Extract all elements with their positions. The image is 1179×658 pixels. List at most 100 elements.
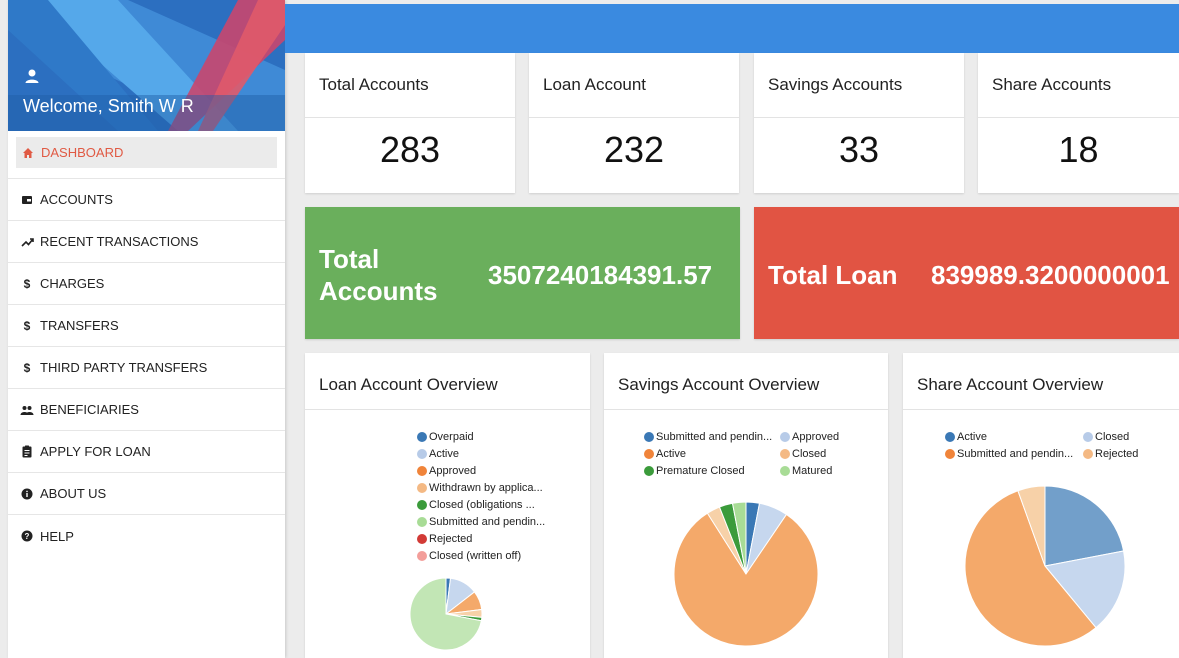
legend-item[interactable]: Matured (780, 462, 839, 479)
legend-item[interactable]: Rejected (1083, 445, 1138, 462)
legend-label: Closed (written off) (429, 549, 522, 562)
sidebar-header: Welcome, Smith W R (8, 0, 285, 131)
stat-card-total-accounts: Total Accounts 283 (305, 53, 515, 193)
stat-title: Loan Account (543, 75, 647, 94)
legend-swatch (780, 465, 790, 476)
svg-text:?: ? (25, 532, 30, 541)
legend-item[interactable]: Closed (written off) (417, 547, 545, 564)
total-accounts-label-line-1: Total (319, 244, 380, 274)
legend-label: Premature Closed (656, 464, 745, 477)
legend-item[interactable]: Submitted and pendin... (644, 428, 772, 445)
legend-swatch (417, 448, 427, 459)
total-loan-value: 839989.3200000001 (931, 260, 1170, 290)
total-accounts-label: Total Accounts (319, 243, 437, 307)
total-accounts-label-line-2: Accounts (319, 276, 438, 306)
welcome-text: Welcome, Smith W R (23, 96, 194, 116)
share-legend-col-2: Closed Rejected (1083, 428, 1138, 462)
sidebar-item-transfers[interactable]: $ TRANSFERS (8, 305, 285, 347)
sidebar-item-accounts[interactable]: ACCOUNTS (8, 179, 285, 221)
legend-swatch (780, 448, 790, 459)
divider (754, 117, 964, 118)
stat-value: 283 (379, 129, 441, 170)
legend-item[interactable]: Closed (1083, 428, 1138, 445)
sidebar-item-label: BENEFICIARIES (40, 402, 139, 417)
sidebar-item-label: TRANSFERS (40, 318, 119, 333)
sidebar-item-label: RECENT TRANSACTIONS (40, 234, 199, 249)
dollar-icon: $ (23, 276, 31, 291)
sidebar-item-third-party-transfers[interactable]: $ THIRD PARTY TRANSFERS (8, 347, 285, 389)
sidebar-item-charges[interactable]: $ CHARGES (8, 263, 285, 305)
divider (305, 117, 515, 118)
divider (529, 117, 739, 118)
divider (903, 409, 1179, 410)
legend-label: Withdrawn by applica... (429, 481, 543, 494)
legend-label: Approved (429, 464, 477, 477)
sidebar-item-recent-transactions[interactable]: RECENT TRANSACTIONS (8, 221, 285, 263)
legend-swatch (417, 499, 427, 510)
stat-card-savings-accounts: Savings Accounts 33 (754, 53, 964, 193)
legend-item[interactable]: Overpaid (417, 428, 545, 445)
legend-swatch (417, 516, 427, 527)
sidebar-item-help[interactable]: ? HELP (8, 515, 285, 557)
legend-label: Submitted and pendin... (429, 515, 546, 528)
sidebar-item-dashboard-wrap: DASHBOARD (8, 137, 285, 179)
sidebar: Welcome, Smith W R DASHBOARD ACCOUNTS RE… (8, 0, 285, 658)
legend-item[interactable]: Submitted and pendin... (945, 445, 1073, 462)
overview-title: Loan Account Overview (319, 375, 498, 394)
sidebar-item-apply-for-loan[interactable]: APPLY FOR LOAN (8, 431, 285, 473)
stat-value: 18 (1058, 129, 1099, 170)
overview-title: Share Account Overview (917, 375, 1104, 394)
legend-label: Rejected (429, 532, 473, 545)
legend-swatch (644, 465, 654, 476)
legend-item[interactable]: Closed (obligations ... (417, 496, 545, 513)
legend-item[interactable]: Submitted and pendin... (417, 513, 545, 530)
legend-label: Closed (obligations ... (429, 498, 535, 511)
stat-card-loan-account: Loan Account 232 (529, 53, 739, 193)
legend-label: Matured (792, 464, 833, 477)
trending-up-icon (20, 235, 34, 249)
legend-item[interactable]: Active (644, 445, 772, 462)
legend-item[interactable]: Premature Closed (644, 462, 772, 479)
legend-label: Closed (792, 447, 827, 460)
sidebar-item-about-us[interactable]: ABOUT US (8, 473, 285, 515)
clipboard-icon (20, 445, 34, 459)
user-icon (25, 69, 39, 83)
people-icon (20, 403, 34, 417)
sidebar-item-label: CHARGES (40, 276, 105, 291)
savings-overview-card: Savings Account Overview Submitted and p… (604, 353, 888, 658)
legend-swatch (417, 465, 427, 476)
sidebar-item-label: HELP (40, 528, 74, 544)
legend-item[interactable]: Withdrawn by applica... (417, 479, 545, 496)
home-icon (21, 146, 35, 160)
stat-value: 33 (838, 129, 880, 170)
total-accounts-value: 3507240184391.57 (488, 260, 713, 290)
legend-item[interactable]: Closed (780, 445, 839, 462)
legend-item[interactable]: Active (945, 428, 1073, 445)
legend-item[interactable]: Rejected (417, 530, 545, 547)
sidebar-item-beneficiaries[interactable]: BENEFICIARIES (8, 389, 285, 431)
stat-title: Savings Accounts (768, 75, 903, 94)
sidebar-menu: ACCOUNTS RECENT TRANSACTIONS $ CHARGES $… (8, 179, 285, 557)
legend-swatch (945, 431, 955, 442)
divider (305, 409, 590, 410)
sidebar-item-label: THIRD PARTY TRANSFERS (40, 360, 208, 375)
legend-label: Active (957, 430, 987, 443)
sidebar-item-dashboard[interactable]: DASHBOARD (16, 137, 277, 168)
sidebar-item-label: APPLY FOR LOAN (40, 444, 151, 459)
legend-item[interactable]: Approved (780, 428, 839, 445)
stat-card-share-accounts: Share Accounts 18 (978, 53, 1179, 193)
top-app-bar (285, 4, 1179, 53)
divider (604, 409, 888, 410)
stat-title: Share Accounts (992, 75, 1112, 94)
share-pie-chart (965, 486, 1126, 647)
legend-label: Overpaid (429, 430, 474, 443)
sidebar-item-label: ABOUT US (40, 486, 107, 501)
legend-swatch (417, 550, 427, 561)
legend-item[interactable]: Active (417, 445, 545, 462)
legend-item[interactable]: Approved (417, 462, 545, 479)
loan-overview-card: Loan Account Overview Overpaid Active Ap… (305, 353, 590, 658)
legend-label: Submitted and pendin... (957, 447, 1074, 460)
total-accounts-banner: Total Accounts 3507240184391.57 (305, 207, 740, 339)
total-loan-label: Total Loan (768, 260, 898, 290)
legend-label: Approved (792, 430, 840, 443)
